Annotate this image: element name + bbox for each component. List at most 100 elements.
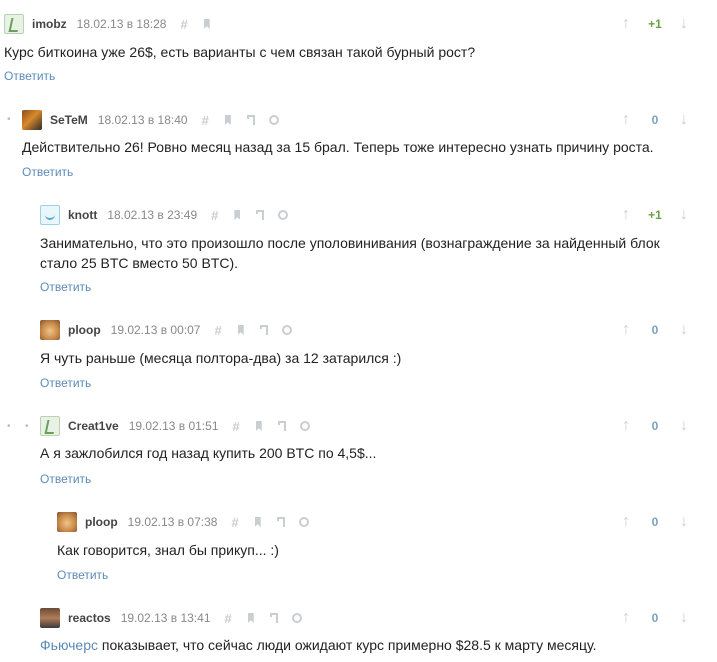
comment-header: reactos 19.02.13 в 13:41 #	[40, 606, 302, 630]
username[interactable]: SeTeM	[50, 113, 88, 127]
hash-icon[interactable]: #	[233, 420, 240, 433]
avatar[interactable]	[57, 512, 77, 532]
avatar[interactable]	[40, 320, 60, 340]
username[interactable]: reactos	[68, 611, 111, 625]
hash-icon[interactable]: #	[180, 18, 187, 31]
vote-controls: ↑ 0 ↓	[619, 606, 691, 630]
comment-header: SeTeM 18.02.13 в 18:40 #	[22, 108, 279, 132]
arrow-down-icon[interactable]: ↓	[677, 321, 691, 339]
arrow-up-icon[interactable]: ↑	[619, 206, 633, 224]
arrow-down-icon[interactable]: ↓	[677, 111, 691, 129]
avatar[interactable]	[40, 608, 60, 628]
parent-icon[interactable]	[276, 517, 285, 529]
vote-count: 0	[651, 419, 659, 433]
vote-controls: ↑ +1 ↓	[619, 203, 691, 227]
reply-link[interactable]: Ответить	[40, 376, 91, 390]
comment-date[interactable]: 19.02.13 в 00:07	[111, 323, 201, 337]
comment-text: Фьючерс показывает, что сейчас люди ожид…	[40, 635, 597, 656]
comment-date[interactable]: 19.02.13 в 13:41	[121, 611, 211, 625]
vote-count: 0	[651, 323, 659, 337]
username[interactable]: imobz	[32, 17, 67, 31]
arrow-up-icon[interactable]: ↑	[619, 15, 633, 33]
bookmark-icon[interactable]	[203, 19, 210, 29]
hash-icon[interactable]: #	[225, 612, 232, 625]
comment-date[interactable]: 18.02.13 в 18:28	[77, 17, 167, 31]
arrow-down-icon[interactable]: ↓	[677, 15, 691, 33]
comment-date[interactable]: 19.02.13 в 07:38	[128, 515, 218, 529]
comment-text: Я чуть раньше (месяца полтора-два) за 12…	[40, 350, 402, 366]
comment-text: А я зажлобился год назад купить 200 BTC …	[40, 445, 377, 461]
circle-icon[interactable]	[298, 517, 309, 527]
comment-header: Creat1ve 19.02.13 в 01:51 #	[40, 414, 310, 438]
arrow-up-icon[interactable]: ↑	[619, 111, 633, 129]
comment-text-line-1: Занимательно, что это произошло после уп…	[40, 235, 660, 251]
arrow-down-icon[interactable]: ↓	[677, 609, 691, 627]
circle-icon[interactable]	[278, 210, 289, 220]
comment-header: ploop 19.02.13 в 07:38 #	[57, 510, 309, 534]
circle-icon[interactable]	[299, 421, 310, 431]
parent-icon[interactable]	[246, 115, 255, 127]
username[interactable]: knott	[68, 208, 97, 222]
vote-controls: ↑ 0 ↓	[619, 510, 691, 534]
bookmark-icon[interactable]	[254, 517, 261, 527]
circle-icon[interactable]	[268, 115, 279, 125]
comment-date[interactable]: 18.02.13 в 18:40	[98, 113, 188, 127]
arrow-down-icon[interactable]: ↓	[677, 417, 691, 435]
bookmark-icon[interactable]	[224, 115, 231, 125]
arrow-up-icon[interactable]: ↑	[619, 609, 633, 627]
parent-icon[interactable]	[269, 613, 278, 625]
thread-dot: •	[7, 114, 11, 125]
vote-count: +1	[648, 17, 662, 31]
comment-date[interactable]: 19.02.13 в 01:51	[129, 419, 219, 433]
parent-icon[interactable]	[259, 325, 268, 337]
comment-text: Как говорится, знал бы прикуп... :)	[57, 542, 279, 558]
reply-link[interactable]: Ответить	[22, 165, 73, 179]
comment-text: Курс биткоина уже 26$, есть варианты с ч…	[4, 44, 476, 60]
bookmark-icon[interactable]	[255, 421, 262, 431]
comment-header: knott 18.02.13 в 23:49 #	[40, 203, 289, 227]
circle-icon[interactable]	[291, 613, 302, 623]
comment-header: ploop 19.02.13 в 00:07 #	[40, 318, 292, 342]
username[interactable]: ploop	[85, 515, 118, 529]
futures-link[interactable]: Фьючерс	[40, 637, 98, 653]
bookmark-icon[interactable]	[234, 210, 241, 220]
username[interactable]: Creat1ve	[68, 419, 119, 433]
vote-count: 0	[651, 113, 659, 127]
vote-count: 0	[651, 515, 659, 529]
reply-link[interactable]: Ответить	[4, 69, 55, 83]
avatar[interactable]	[40, 205, 60, 225]
arrow-up-icon[interactable]: ↑	[619, 513, 633, 531]
hash-icon[interactable]: #	[211, 209, 218, 222]
vote-controls: ↑ 0 ↓	[619, 108, 691, 132]
reply-link[interactable]: Ответить	[40, 472, 91, 486]
vote-controls: ↑ 0 ↓	[619, 414, 691, 438]
hash-icon[interactable]: #	[231, 516, 238, 529]
parent-icon[interactable]	[277, 421, 286, 433]
avatar[interactable]	[22, 110, 42, 130]
vote-controls: ↑ 0 ↓	[619, 318, 691, 342]
comment-header: imobz 18.02.13 в 18:28 #	[4, 12, 226, 36]
hash-icon[interactable]: #	[214, 324, 221, 337]
comment-text: Действительно 26! Ровно месяц назад за 1…	[22, 139, 654, 155]
arrow-down-icon[interactable]: ↓	[677, 513, 691, 531]
hash-icon[interactable]: #	[202, 114, 209, 127]
thread-dot: •	[25, 421, 29, 432]
arrow-up-icon[interactable]: ↑	[619, 321, 633, 339]
thread-dot: •	[7, 421, 11, 432]
bookmark-icon[interactable]	[237, 325, 244, 335]
avatar[interactable]	[40, 416, 60, 436]
reply-link[interactable]: Ответить	[57, 568, 108, 582]
vote-count: 0	[651, 611, 659, 625]
comment-text-line-2: стало 25 BTC вместо 50 BTC).	[40, 255, 239, 271]
reply-link[interactable]: Ответить	[40, 280, 91, 294]
arrow-down-icon[interactable]: ↓	[677, 206, 691, 224]
arrow-up-icon[interactable]: ↑	[619, 417, 633, 435]
vote-controls: ↑ +1 ↓	[619, 12, 691, 36]
comment-text-rest: показывает, что сейчас люди ожидают курс…	[98, 637, 597, 653]
circle-icon[interactable]	[281, 325, 292, 335]
avatar[interactable]	[4, 14, 24, 34]
bookmark-icon[interactable]	[247, 613, 254, 623]
parent-icon[interactable]	[256, 210, 265, 222]
username[interactable]: ploop	[68, 323, 101, 337]
comment-date[interactable]: 18.02.13 в 23:49	[107, 208, 197, 222]
